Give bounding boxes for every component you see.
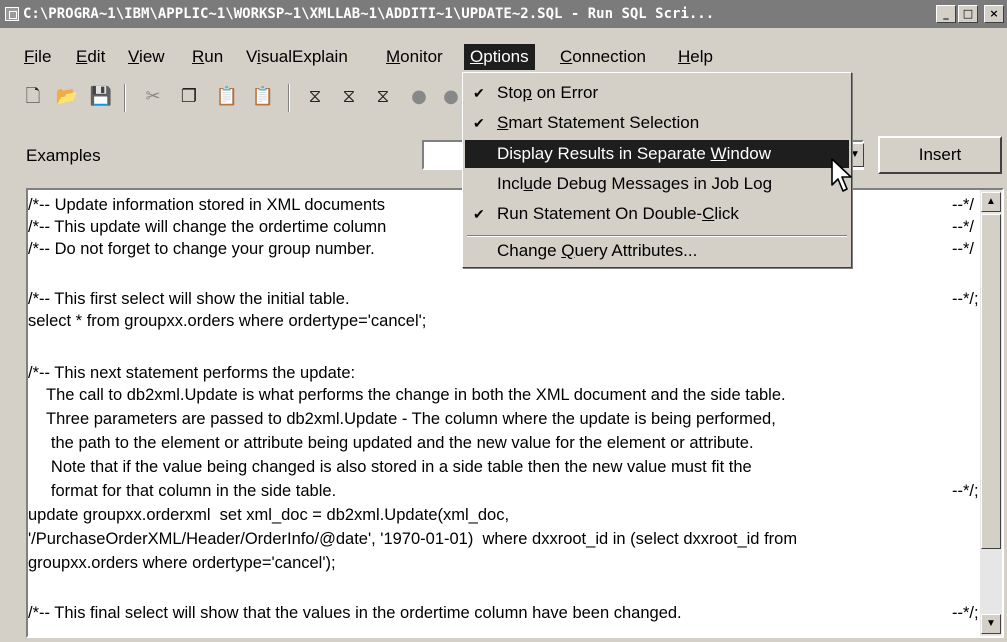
- comment-end-marker: --*/;: [952, 604, 979, 622]
- cut-icon[interactable]: ✂: [140, 84, 166, 110]
- mouse-pointer-icon: [831, 158, 852, 192]
- scroll-down-icon[interactable]: ▼: [981, 614, 1001, 634]
- examples-label: Examples: [26, 146, 101, 165]
- menu-file[interactable]: File: [18, 44, 57, 70]
- comment-end-marker: --*/;: [952, 482, 979, 500]
- toolbar-separator: [288, 84, 290, 112]
- menu-bar: File Edit View Run VisualExplain Monitor…: [0, 42, 1007, 70]
- menu-help[interactable]: Help: [672, 44, 719, 70]
- close-button[interactable]: ×: [984, 5, 1004, 23]
- editor-line: Three parameters are passed to db2xml.Up…: [28, 410, 776, 428]
- toolbar-separator: [124, 84, 126, 112]
- copy-icon[interactable]: ❐: [176, 84, 202, 110]
- options-menu: ✔ Stop on Error ✔ Smart Statement Select…: [462, 72, 852, 268]
- menu-item-run-on-double-click[interactable]: ✔ Run Statement On Double-Click: [465, 200, 849, 228]
- editor-line: /*-- This next statement performs the up…: [28, 364, 356, 382]
- open-folder-icon[interactable]: 📂: [54, 84, 80, 110]
- editor-line: Note that if the value being changed is …: [28, 458, 752, 476]
- comment-end-marker: --*/: [952, 240, 974, 258]
- menu-visualexplain[interactable]: VisualExplain: [240, 44, 354, 70]
- comment-end-marker: --*/;: [952, 290, 979, 308]
- comment-end-marker: --*/: [952, 196, 974, 214]
- window-title: C:\PROGRA~1\IBM\APPLIC~1\WORKSP~1\XMLLAB…: [23, 6, 715, 22]
- save-icon[interactable]: 💾: [88, 84, 114, 110]
- menu-edit[interactable]: Edit: [70, 44, 111, 70]
- editor-line: /*-- This update will change the orderti…: [28, 218, 387, 236]
- run-selected-icon[interactable]: ⧖: [336, 84, 362, 110]
- menu-monitor[interactable]: Monitor: [380, 44, 449, 70]
- menu-item-include-debug-messages[interactable]: Include Debug Messages in Job Log: [465, 170, 849, 198]
- toolbar: 🗋 📂 💾 ✂ ❐ 📋 📋 ⧖ ⧖ ⧖ ● ●: [0, 78, 470, 118]
- menu-view[interactable]: View: [122, 44, 171, 70]
- menu-item-smart-statement-selection[interactable]: ✔ Smart Statement Selection: [465, 109, 849, 137]
- editor-line: /*-- Update information stored in XML do…: [28, 196, 386, 214]
- menu-item-stop-on-error[interactable]: ✔ Stop on Error: [465, 79, 849, 107]
- app-icon: [5, 7, 19, 21]
- minimize-button[interactable]: _: [936, 5, 956, 23]
- editor-line: The call to db2xml.Update is what perfor…: [28, 386, 786, 404]
- scroll-thumb[interactable]: [981, 214, 1001, 549]
- menu-item-change-query-attributes[interactable]: Change Query Attributes...: [465, 237, 849, 265]
- editor-line: select * from groupxx.orders where order…: [28, 312, 427, 330]
- editor-line: /*-- This final select will show that th…: [28, 604, 682, 622]
- new-document-icon[interactable]: 🗋: [20, 84, 46, 110]
- stop-icon[interactable]: ●: [406, 84, 432, 110]
- insert-button[interactable]: Insert: [878, 136, 1002, 174]
- maximize-button[interactable]: □: [958, 5, 978, 23]
- scroll-up-icon[interactable]: ▲: [981, 192, 1001, 212]
- comment-end-marker: --*/: [952, 218, 974, 236]
- title-bar: C:\PROGRA~1\IBM\APPLIC~1\WORKSP~1\XMLLAB…: [0, 0, 1007, 28]
- editor-line: update groupxx.orderxml set xml_doc = db…: [28, 506, 510, 524]
- editor-line: '/PurchaseOrderXML/Header/OrderInfo/@dat…: [28, 530, 798, 548]
- menu-item-display-results-separate-window[interactable]: Display Results in Separate Window: [465, 140, 849, 168]
- check-icon: ✔: [473, 85, 485, 101]
- editor-line: /*-- Do not forget to change your group …: [28, 240, 375, 258]
- run-all-icon[interactable]: ⧖: [302, 84, 328, 110]
- menu-options[interactable]: Options: [464, 44, 535, 70]
- vertical-scrollbar[interactable]: ▲ ▼: [980, 190, 1002, 636]
- editor-line: groupxx.orders where ordertype='cancel')…: [28, 554, 336, 572]
- menu-connection[interactable]: Connection: [554, 44, 652, 70]
- stop-icon[interactable]: ●: [438, 84, 464, 110]
- paste-icon[interactable]: 📋: [214, 84, 240, 110]
- check-icon: ✔: [473, 115, 485, 131]
- editor-line: the path to the element or attribute bei…: [28, 434, 754, 452]
- paste-disabled-icon[interactable]: 📋: [250, 84, 276, 110]
- menu-run[interactable]: Run: [186, 44, 229, 70]
- check-icon: ✔: [473, 206, 485, 222]
- editor-line: format for that column in the side table…: [28, 482, 337, 500]
- run-from-cursor-icon[interactable]: ⧖: [370, 84, 396, 110]
- editor-line: /*-- This first select will show the ini…: [28, 290, 350, 308]
